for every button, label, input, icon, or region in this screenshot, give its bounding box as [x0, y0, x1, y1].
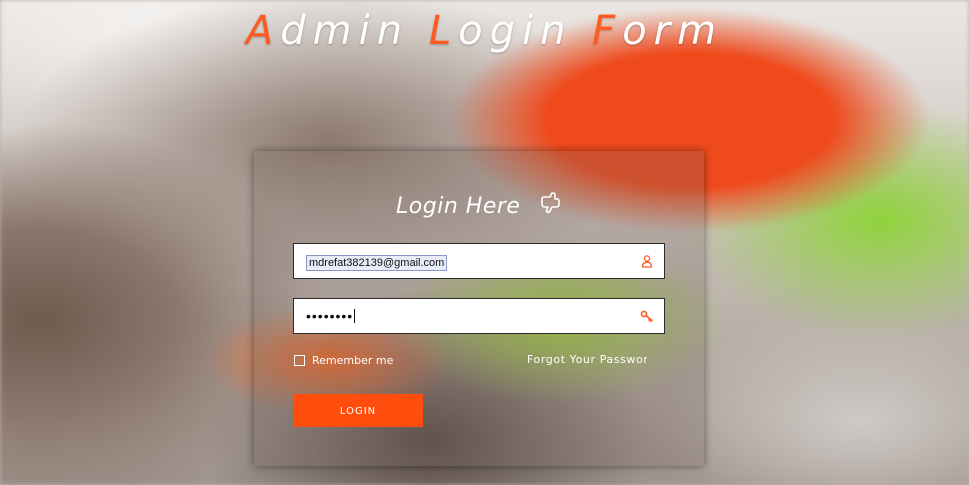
login-button[interactable]: LOGIN: [293, 394, 423, 427]
password-field[interactable]: ••••••••: [293, 298, 665, 334]
email-input-value[interactable]: mdrefat382139@gmail.com: [306, 255, 448, 271]
remember-me-label: Remember me: [312, 354, 394, 367]
remember-me-checkbox[interactable]: Remember me: [294, 354, 393, 367]
key-icon: [640, 310, 653, 323]
title-part-dmin: dmin: [280, 8, 429, 54]
title-part-ogin: ogin: [458, 8, 593, 54]
password-input-value[interactable]: ••••••••: [306, 308, 356, 324]
title-part-orm: orm: [622, 8, 724, 54]
user-icon: [641, 255, 653, 268]
email-field[interactable]: mdrefat382139@gmail.com: [293, 243, 665, 279]
login-heading-text: Login Here: [396, 194, 521, 219]
title-letter-l: L: [428, 8, 459, 54]
forgot-password-link[interactable]: Forgot Your Password?: [527, 353, 647, 366]
text-caret: [354, 309, 356, 323]
title-letter-f: F: [592, 8, 623, 54]
checkbox-box[interactable]: [294, 355, 305, 366]
pointing-hand-icon: [541, 192, 560, 214]
login-panel: Login Here mdrefat382139@gmail.com •••••…: [254, 151, 704, 466]
page-title: Admin Login Form: [0, 8, 969, 54]
login-heading: Login Here: [254, 191, 704, 219]
password-dots: ••••••••: [306, 308, 354, 324]
title-letter-a: A: [245, 8, 281, 54]
